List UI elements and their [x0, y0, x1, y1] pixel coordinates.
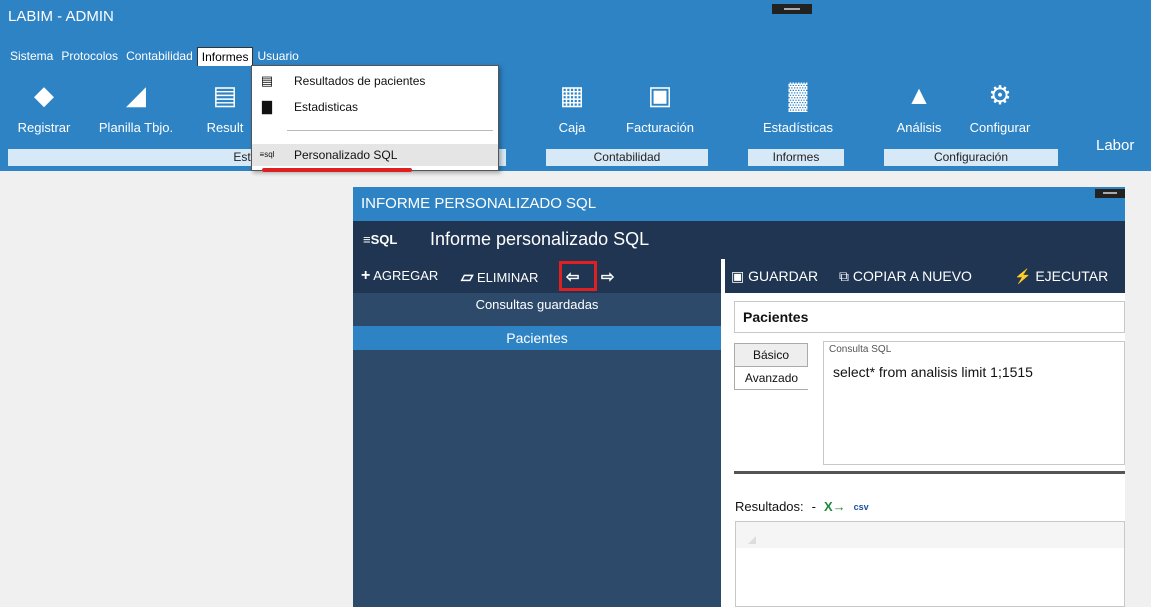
resultados-label: Result — [206, 120, 244, 135]
facturacion-icon: ▣ — [647, 80, 673, 110]
horizontal-scrollbar[interactable] — [734, 471, 1125, 474]
analisis-label: Análisis — [896, 120, 942, 135]
configurar-label: Configurar — [969, 120, 1031, 135]
group-informes: Informes — [748, 149, 844, 166]
run-button[interactable]: ⚡ EJECUTAR — [1014, 268, 1108, 285]
copy-icon: ⧉ — [839, 268, 849, 284]
resultados-button[interactable]: ▤ Result — [200, 76, 250, 135]
csv-export-icon[interactable]: csv — [854, 502, 869, 512]
saved-query-item[interactable]: Pacientes — [353, 326, 721, 350]
caja-button[interactable]: ▦ Caja — [552, 76, 592, 135]
save-label: GUARDAR — [748, 268, 819, 284]
menu-protocolos[interactable]: Protocolos — [57, 47, 122, 66]
menu-informes[interactable]: Informes — [196, 47, 254, 66]
saved-queries-panel: + AGREGAR ▱ ELIMINAR ⇦ ⇨ Consultas guard… — [353, 259, 721, 607]
informes-dropdown: ▤ Resultados de pacientes ▇ Estadisticas… — [251, 65, 499, 171]
excel-export-icon[interactable]: X→ — [824, 499, 846, 514]
drag-handle[interactable] — [772, 4, 812, 14]
estadisticas-button[interactable]: ▓ Estadísticas — [753, 76, 843, 135]
configurar-button[interactable]: ⚙ Configurar — [960, 76, 1040, 135]
facturacion-button[interactable]: ▣ Facturación — [618, 76, 702, 135]
export-button[interactable]: ⇨ — [601, 267, 614, 287]
analisis-button[interactable]: ▲ Análisis — [889, 76, 949, 135]
window-title: INFORME PERSONALIZADO SQL — [353, 187, 1125, 221]
planilla-label: Planilla Tbjo. — [98, 120, 174, 135]
ribbon: LABIM - ADMIN Sistema Protocolos Contabi… — [0, 0, 1151, 171]
planilla-button[interactable]: ◢ Planilla Tbjo. — [95, 76, 177, 135]
delete-button[interactable]: ▱ ELIMINAR — [461, 267, 538, 287]
lightning-icon: ⚡ — [1014, 268, 1032, 284]
run-label: EJECUTAR — [1035, 268, 1109, 284]
group-configuracion: Configuración — [884, 149, 1058, 166]
analisis-icon: ▲ — [906, 80, 932, 110]
configurar-icon: ⚙ — [988, 80, 1012, 110]
menu-sistema[interactable]: Sistema — [6, 47, 57, 66]
menu-contabilidad[interactable]: Contabilidad — [122, 47, 197, 66]
menu-item-label: Resultados de pacientes — [294, 74, 426, 88]
menu-usuario[interactable]: Usuario — [253, 47, 302, 66]
sql-text: select* from analisis limit 1;1515 — [833, 364, 1033, 380]
document-icon: ▤ — [260, 73, 274, 88]
delete-label: ELIMINAR — [476, 270, 539, 285]
grid-corner-icon — [748, 536, 756, 544]
save-icon: ▣ — [731, 268, 745, 284]
bar-chart-icon: ▇ — [262, 99, 272, 114]
window-drag-handle[interactable] — [1095, 189, 1125, 198]
window-heading: Informe personalizado SQL — [430, 229, 650, 249]
sql-report-window: INFORME PERSONALIZADO SQL ≡SQL Informe p… — [353, 187, 1125, 607]
caja-icon: ▦ — [559, 80, 585, 110]
query-editor-panel: ▣ GUARDAR ⧉ COPIAR A NUEVO ⚡ EJECUTAR Pa… — [725, 259, 1125, 607]
results-value: - — [811, 499, 816, 514]
sql-icon: ≡SQL — [363, 232, 398, 247]
window-header: ≡SQL Informe personalizado SQL — [353, 221, 1125, 259]
menu-item-label: Estadisticas — [294, 100, 359, 114]
copy-label: COPIAR A NUEVO — [852, 268, 972, 284]
add-label: AGREGAR — [373, 268, 439, 283]
tab-avanzado[interactable]: Avanzado — [734, 366, 808, 390]
results-label: Resultados: — [735, 499, 804, 514]
export-icon: ⇨ — [601, 269, 615, 286]
facturacion-label: Facturación — [626, 120, 694, 135]
menu-item-resultados[interactable]: ▤ Resultados de pacientes — [252, 70, 498, 92]
app-window: LABIM - ADMIN Sistema Protocolos Contabi… — [0, 0, 1151, 607]
import-highlight-box — [559, 261, 597, 291]
labor-label: Labor — [1096, 137, 1135, 154]
query-name-field[interactable]: Pacientes — [734, 301, 1125, 333]
resultados-icon: ▤ — [212, 80, 238, 110]
plus-icon: + — [361, 267, 371, 284]
planilla-icon: ◢ — [126, 80, 146, 110]
results-grid — [735, 521, 1125, 607]
menu-bar: Sistema Protocolos Contabilidad Informes… — [6, 47, 303, 66]
right-toolbar: ▣ GUARDAR ⧉ COPIAR A NUEVO ⚡ EJECUTAR — [725, 259, 1125, 293]
menu-item-label: Personalizado SQL — [294, 148, 398, 162]
registrar-button[interactable]: ◆ Registrar — [10, 76, 78, 135]
add-button[interactable]: + AGREGAR — [361, 267, 438, 285]
sql-icon: ≡sql — [259, 150, 275, 159]
menu-item-personalizado-sql[interactable]: ≡sql Personalizado SQL — [252, 144, 498, 166]
trash-icon: ▱ — [461, 269, 474, 286]
sql-caption: Consulta SQL — [829, 344, 892, 355]
estadisticas-label: Estadísticas — [762, 120, 834, 135]
sql-query-input[interactable]: Consulta SQL select* from analisis limit… — [823, 341, 1125, 465]
group-contabilidad: Contabilidad — [546, 149, 708, 166]
tab-basico[interactable]: Básico — [734, 343, 808, 367]
saved-queries-title: Consultas guardadas — [475, 297, 599, 312]
menu-separator — [287, 130, 493, 131]
estadisticas-icon: ▓ — [788, 80, 808, 110]
results-bar: Resultados: - X→ csv — [735, 499, 869, 514]
registrar-icon: ◆ — [34, 80, 54, 110]
menu-item-estadisticas[interactable]: ▇ Estadisticas — [252, 96, 498, 118]
registrar-label: Registrar — [17, 120, 71, 135]
save-button[interactable]: ▣ GUARDAR — [731, 268, 818, 285]
caja-label: Caja — [558, 120, 586, 135]
app-title: LABIM - ADMIN — [8, 8, 114, 25]
left-toolbar: + AGREGAR ▱ ELIMINAR ⇦ ⇨ — [353, 259, 721, 293]
copy-new-button[interactable]: ⧉ COPIAR A NUEVO — [839, 268, 972, 285]
highlight-underline — [262, 168, 412, 172]
